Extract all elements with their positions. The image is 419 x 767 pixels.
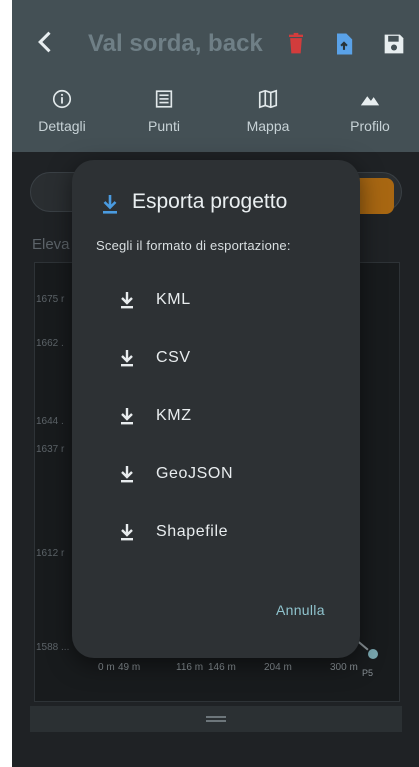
x-tick-label: 0 m [98, 662, 115, 673]
tab-profilo[interactable]: Profilo [320, 82, 419, 152]
export-option-shapefile[interactable]: Shapefile [108, 512, 338, 552]
x-tick-label: 146 m [208, 662, 236, 673]
download-icon [118, 522, 136, 542]
tab-label: Punti [148, 118, 180, 134]
bottom-sheet-handle[interactable] [30, 706, 402, 732]
y-tick-label: 1675 r [36, 294, 65, 305]
x-tick-label: 300 m [330, 662, 358, 673]
delete-icon [289, 32, 303, 54]
end-point-marker [368, 649, 378, 659]
y-tick-label: 1612 r [36, 548, 65, 559]
export-option-kml[interactable]: KML [108, 280, 338, 320]
export-option-label: GeoJSON [156, 465, 234, 482]
delete-button[interactable] [282, 30, 312, 64]
elevation-title: Eleva [32, 236, 70, 253]
tab-bar: Dettagli Punti Mappa Profilo [12, 82, 419, 233]
back-button[interactable] [32, 28, 62, 64]
export-option-geojson[interactable]: GeoJSON [108, 454, 338, 494]
x-tick-label: 116 m [176, 662, 204, 673]
tab-label: Dettagli [38, 118, 86, 134]
app-screen: Val sorda, back Dettagli Punti Mappa Pro… [12, 0, 419, 767]
list-icon [114, 88, 214, 116]
app-bar: Val sorda, back Dettagli Punti Mappa Pro… [12, 0, 419, 233]
download-icon [118, 290, 136, 310]
tab-mappa[interactable]: Mappa [218, 82, 318, 152]
y-tick-label: 1588 ... [36, 642, 70, 653]
page-title: Val sorda, back [88, 30, 263, 57]
map-icon [218, 88, 318, 116]
download-icon [118, 348, 136, 368]
drag-grip-icon [206, 716, 226, 722]
export-dialog: Esporta progetto Scegli il formato di es… [72, 160, 360, 658]
save-button[interactable] [380, 30, 410, 64]
cancel-button[interactable]: Annulla [276, 602, 325, 618]
file-export-icon [337, 33, 353, 55]
tab-label: Mappa [246, 118, 290, 134]
export-option-label: KML [156, 291, 191, 308]
export-option-csv[interactable]: CSV [108, 338, 338, 378]
export-option-label: CSV [156, 349, 191, 366]
tab-punti[interactable]: Punti [114, 82, 214, 152]
download-icon [118, 406, 136, 426]
dialog-title: Esporta progetto [132, 190, 288, 213]
dialog-subtitle: Scegli il formato di esportazione: [96, 238, 291, 253]
save-icon [384, 34, 404, 54]
export-option-kmz[interactable]: KMZ [108, 396, 338, 436]
mountain-icon [320, 88, 419, 116]
tab-dettagli[interactable]: Dettagli [12, 82, 112, 152]
end-point-label: P5 [362, 668, 374, 678]
x-tick-label: 204 m [264, 662, 292, 673]
y-tick-label: 1662 . [36, 338, 64, 349]
download-icon [118, 464, 136, 484]
export-option-label: Shapefile [156, 523, 229, 540]
chevron-left-icon [38, 31, 51, 53]
tab-label: Profilo [350, 118, 390, 134]
info-icon [12, 88, 112, 116]
x-tick-label: 49 m [118, 662, 141, 673]
download-icon [100, 192, 120, 216]
y-tick-label: 1637 r [36, 444, 65, 455]
export-button[interactable] [330, 30, 360, 64]
y-tick-label: 1644 . [36, 416, 64, 427]
export-option-label: KMZ [156, 407, 192, 424]
